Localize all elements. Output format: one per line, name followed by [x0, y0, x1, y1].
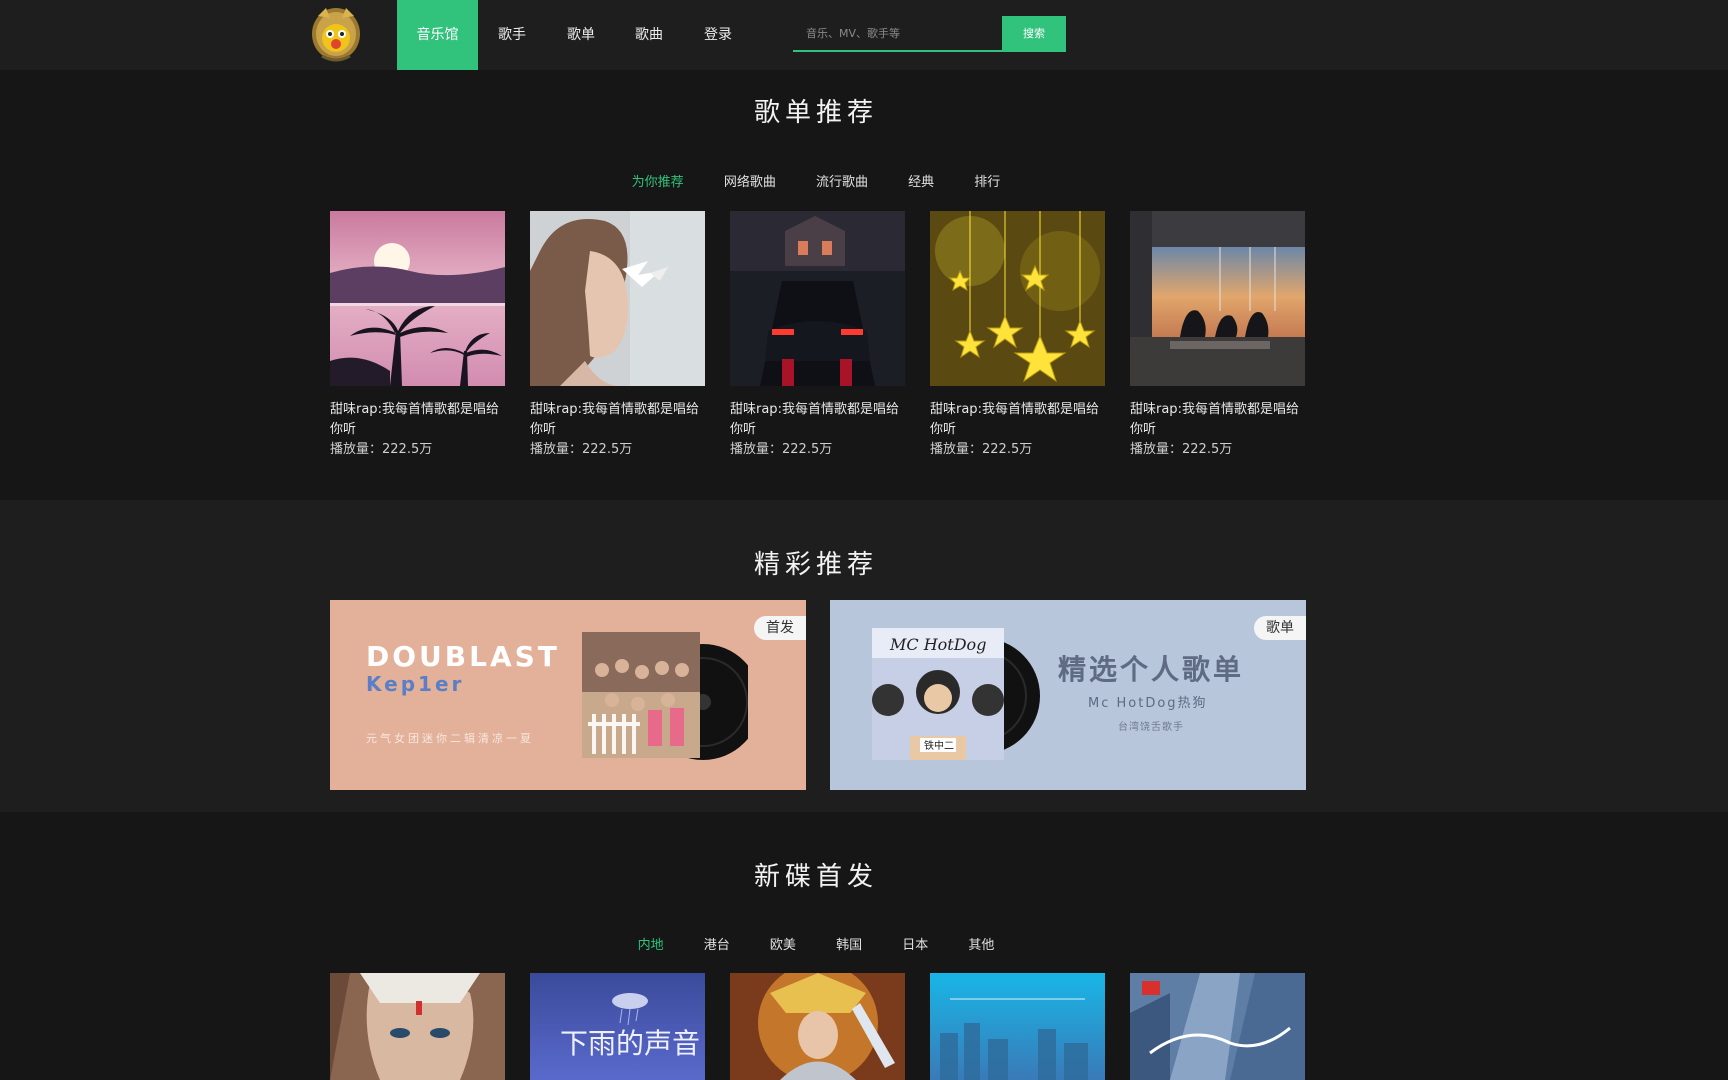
album-cover-image[interactable] [930, 973, 1105, 1080]
nav-playlists[interactable]: 歌单 [557, 0, 605, 70]
nav-music-hall[interactable]: 音乐馆 [397, 0, 478, 70]
banner-artist: Mc HotDog热狗 [1088, 696, 1208, 711]
playlist-cover-image[interactable] [930, 211, 1105, 386]
playlist-card[interactable]: 甜味rap:我每首情歌都是唱给你听 播放量：222.5万 [530, 211, 705, 460]
playlist-play-count: 播放量：222.5万 [730, 442, 833, 457]
tab-classic[interactable]: 经典 [908, 171, 934, 190]
banner-headline: DOUBLAST [366, 640, 560, 673]
album-cover-image[interactable] [330, 973, 505, 1080]
album-card[interactable] [1130, 973, 1305, 1080]
album-cover-image[interactable] [730, 973, 905, 1080]
tab-for-you[interactable]: 为你推荐 [632, 171, 684, 190]
section-title: 精彩推荐 [753, 550, 878, 580]
tab-internet-songs[interactable]: 网络歌曲 [724, 171, 776, 190]
featured-recommend-section: 精彩推荐 DOUBLAST Kep1er 元气女团迷你二辑清凉一夏 首发 MC … [0, 500, 1728, 812]
section-title: 歌单推荐 [753, 98, 878, 128]
tab-korea[interactable]: 韩国 [836, 934, 862, 953]
featured-banner-release[interactable]: DOUBLAST Kep1er 元气女团迷你二辑清凉一夏 首发 [330, 600, 806, 790]
site-logo-icon[interactable] [308, 4, 364, 62]
tab-other[interactable]: 其他 [968, 934, 994, 953]
playlist-recommend-section: 歌单推荐 为你推荐 网络歌曲 流行歌曲 经典 排行 甜味rap:我每首情歌都是唱… [0, 70, 1728, 500]
playlist-play-count: 播放量：222.5万 [330, 442, 433, 457]
featured-banner-playlist[interactable]: MC HotDog 铁中二 精选个人歌单 Mc HotDog热狗 台湾饶舌歌手 … [830, 600, 1306, 790]
tab-mainland[interactable]: 内地 [638, 934, 664, 953]
album-art-subtext: 铁中二 [924, 739, 954, 752]
playlist-card[interactable]: 甜味rap:我每首情歌都是唱给你听 播放量：222.5万 [330, 211, 505, 460]
banner-tag: 首发 [754, 616, 806, 640]
banner-caption: 元气女团迷你二辑清凉一夏 [366, 732, 534, 745]
tab-ranking[interactable]: 排行 [974, 171, 1000, 190]
playlist-name[interactable]: 甜味rap:我每首情歌都是唱给你听 [530, 400, 705, 440]
album-card[interactable] [930, 973, 1105, 1080]
album-cover-image[interactable] [1130, 973, 1305, 1080]
album-cover-image[interactable]: 下雨的声音 [530, 973, 705, 1080]
nav-login[interactable]: 登录 [694, 0, 742, 70]
album-card[interactable] [730, 973, 905, 1080]
new-album-section: 新碟首发 内地 港台 欧美 韩国 日本 其他 下雨的声音 [0, 812, 1728, 1080]
search-input[interactable] [793, 16, 1002, 50]
playlist-name[interactable]: 甜味rap:我每首情歌都是唱给你听 [930, 400, 1105, 440]
tab-pop-songs[interactable]: 流行歌曲 [816, 171, 868, 190]
nav-songs[interactable]: 歌曲 [625, 0, 673, 70]
playlist-tabs: 为你推荐 网络歌曲 流行歌曲 经典 排行 [0, 171, 1632, 190]
playlist-card[interactable]: 甜味rap:我每首情歌都是唱给你听 播放量：222.5万 [930, 211, 1105, 460]
playlist-cover-image[interactable] [330, 211, 505, 386]
album-art-image: MC HotDog 铁中二 [872, 628, 1040, 760]
playlist-cover-image[interactable] [530, 211, 705, 386]
album-card[interactable] [330, 973, 505, 1080]
banner-headline: 精选个人歌单 [1058, 653, 1245, 686]
playlist-play-count: 播放量：222.5万 [530, 442, 633, 457]
tab-western[interactable]: 欧美 [770, 934, 796, 953]
playlist-play-count: 播放量：222.5万 [1130, 442, 1233, 457]
album-region-tabs: 内地 港台 欧美 韩国 日本 其他 [0, 934, 1632, 953]
tab-hk-tw[interactable]: 港台 [704, 934, 730, 953]
search-box [793, 16, 1002, 52]
banner-caption: 台湾饶舌歌手 [1118, 722, 1184, 733]
album-art-text: MC HotDog [889, 635, 986, 654]
tab-japan[interactable]: 日本 [902, 934, 928, 953]
album-cover-text: 下雨的声音 [560, 1027, 700, 1060]
banner-artist: Kep1er [366, 672, 465, 696]
playlist-cover-image[interactable] [1130, 211, 1305, 386]
playlist-name[interactable]: 甜味rap:我每首情歌都是唱给你听 [330, 400, 505, 440]
playlist-name[interactable]: 甜味rap:我每首情歌都是唱给你听 [1130, 400, 1305, 440]
album-card[interactable]: 下雨的声音 [530, 973, 705, 1080]
playlist-cover-image[interactable] [730, 211, 905, 386]
playlist-play-count: 播放量：222.5万 [930, 442, 1033, 457]
playlist-name[interactable]: 甜味rap:我每首情歌都是唱给你听 [730, 400, 905, 440]
playlist-card[interactable]: 甜味rap:我每首情歌都是唱给你听 播放量：222.5万 [730, 211, 905, 460]
nav-singers[interactable]: 歌手 [488, 0, 536, 70]
section-title: 新碟首发 [753, 862, 878, 892]
banner-tag: 歌单 [1254, 616, 1306, 640]
playlist-card[interactable]: 甜味rap:我每首情歌都是唱给你听 播放量：222.5万 [1130, 211, 1305, 460]
search-button[interactable]: 搜索 [1002, 16, 1066, 52]
top-navigation-bar: 音乐馆 歌手 歌单 歌曲 登录 搜索 [0, 0, 1728, 70]
album-art-image [582, 632, 748, 760]
